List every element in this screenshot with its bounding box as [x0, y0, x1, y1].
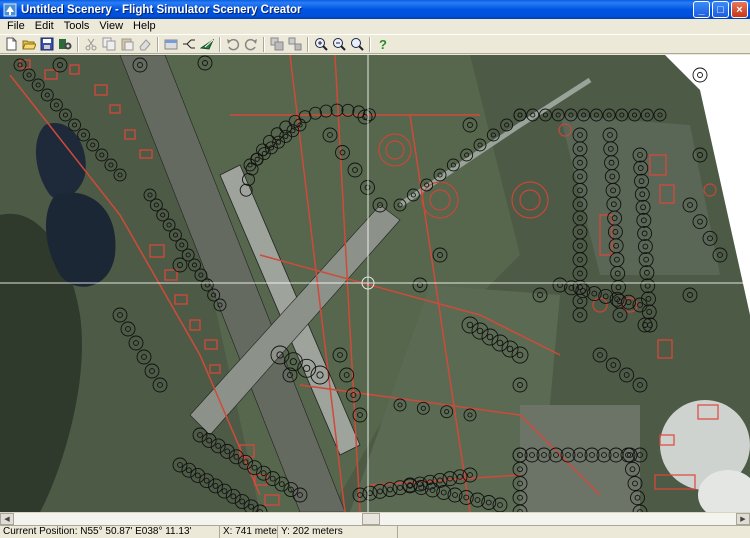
- scenery-map-canvas[interactable]: [0, 55, 750, 512]
- toolbar: ?: [0, 34, 750, 54]
- toolbar-separator: [77, 36, 79, 52]
- scroll-thumb[interactable]: [362, 513, 380, 525]
- menu-file[interactable]: File: [2, 19, 30, 33]
- copy-icon[interactable]: [101, 36, 117, 52]
- new-file-icon[interactable]: [3, 36, 19, 52]
- compile-icon[interactable]: [57, 36, 73, 52]
- zoom-out-icon[interactable]: [331, 36, 347, 52]
- cut-icon[interactable]: [83, 36, 99, 52]
- menu-tools[interactable]: Tools: [59, 19, 95, 33]
- scroll-left-button[interactable]: ◀: [0, 513, 14, 525]
- horizontal-scrollbar[interactable]: ◀ ▶: [0, 512, 750, 525]
- status-x: X: 741 meters: [220, 526, 278, 538]
- maximize-button[interactable]: □: [712, 1, 729, 18]
- open-folder-icon[interactable]: [21, 36, 37, 52]
- title-bar[interactable]: Untitled Scenery - Flight Simulator Scen…: [0, 0, 750, 19]
- menu-view[interactable]: View: [94, 19, 128, 33]
- fly-icon[interactable]: [199, 36, 215, 52]
- svg-text:?: ?: [379, 37, 387, 51]
- help-icon[interactable]: ?: [375, 36, 391, 52]
- ungroup-icon[interactable]: [287, 36, 303, 52]
- minimize-button[interactable]: _: [693, 1, 710, 18]
- zoom-fit-icon[interactable]: [349, 36, 365, 52]
- paste-icon[interactable]: [119, 36, 135, 52]
- status-position: Current Position: N55° 50.87' E038° 11.1…: [0, 526, 220, 538]
- eraser-icon[interactable]: [137, 36, 153, 52]
- window-title: Untitled Scenery - Flight Simulator Scen…: [21, 3, 302, 16]
- toolbar-separator: [307, 36, 309, 52]
- toolbar-separator: [369, 36, 371, 52]
- properties-icon[interactable]: [163, 36, 179, 52]
- app-icon[interactable]: [3, 3, 17, 17]
- save-icon[interactable]: [39, 36, 55, 52]
- toolbar-separator: [263, 36, 265, 52]
- group-icon[interactable]: [269, 36, 285, 52]
- zoom-in-icon[interactable]: [313, 36, 329, 52]
- redo-icon[interactable]: [243, 36, 259, 52]
- menu-edit[interactable]: Edit: [30, 19, 59, 33]
- menu-bar: File Edit Tools View Help: [0, 19, 750, 33]
- split-icon[interactable]: [181, 36, 197, 52]
- toolbar-separator: [157, 36, 159, 52]
- undo-icon[interactable]: [225, 36, 241, 52]
- status-bar: Current Position: N55° 50.87' E038° 11.1…: [0, 525, 750, 538]
- menu-help[interactable]: Help: [128, 19, 161, 33]
- status-y: Y: 202 meters: [278, 526, 398, 538]
- scroll-right-button[interactable]: ▶: [736, 513, 750, 525]
- toolbar-separator: [219, 36, 221, 52]
- close-button[interactable]: ×: [731, 1, 748, 18]
